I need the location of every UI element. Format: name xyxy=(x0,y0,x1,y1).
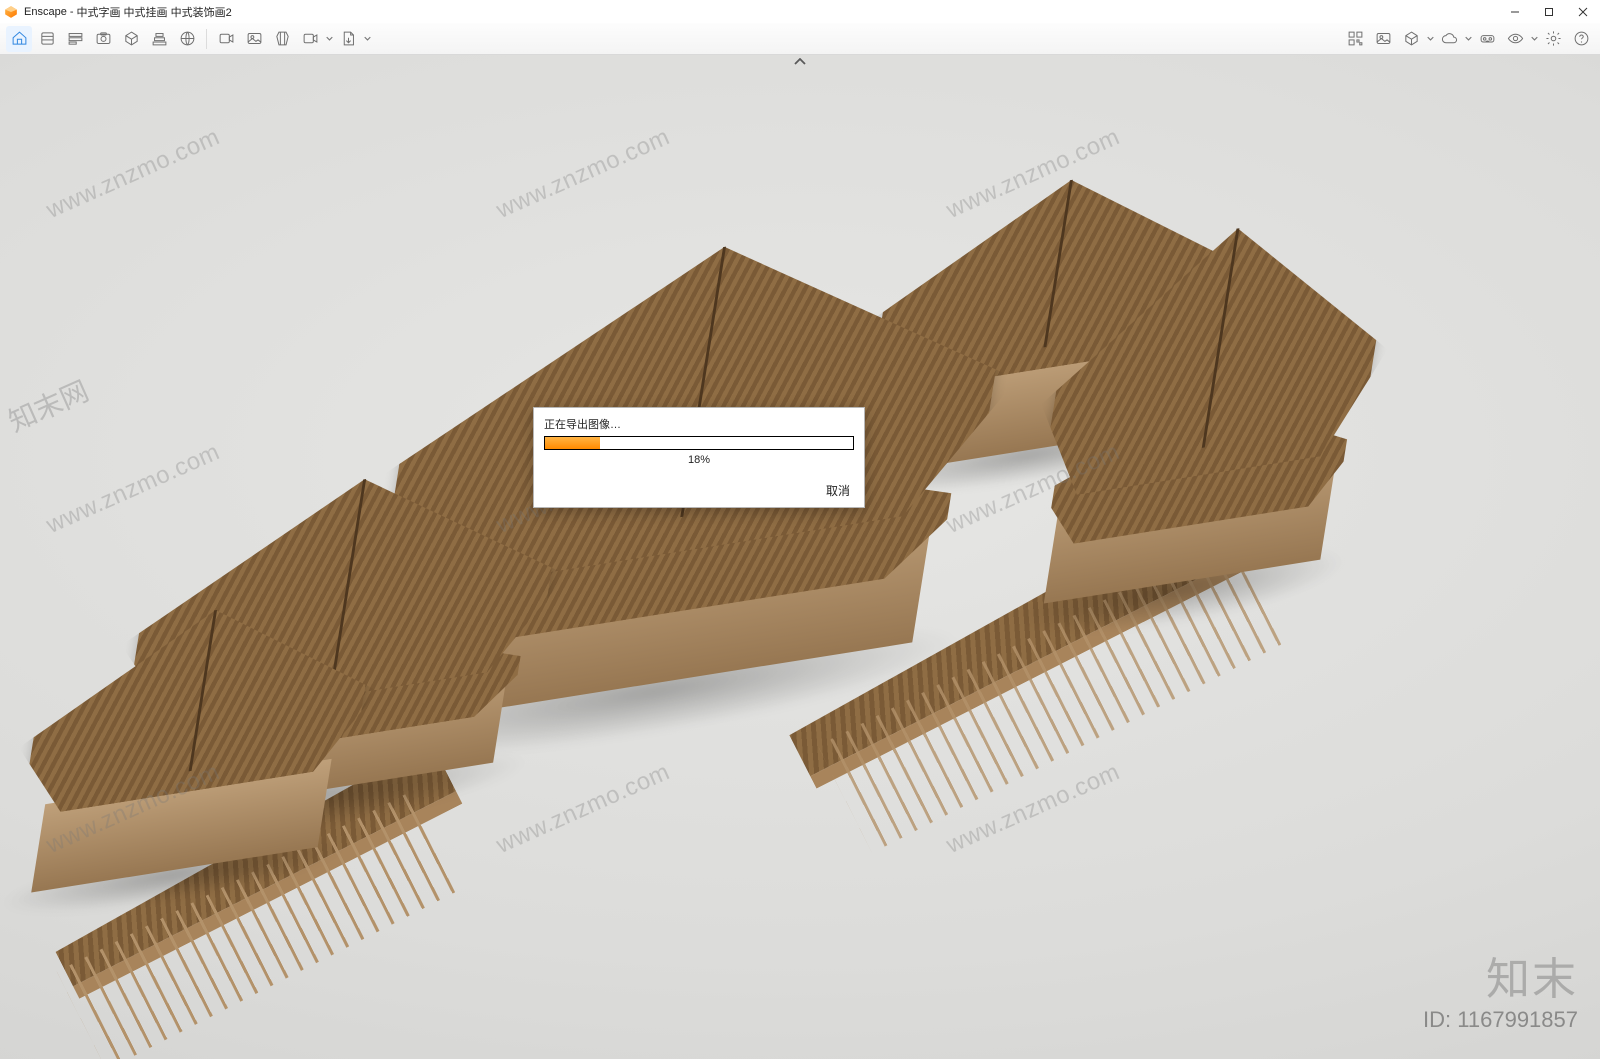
chevron-down-icon[interactable] xyxy=(363,35,371,42)
asset-library-icon[interactable] xyxy=(118,26,144,52)
document-title: 中式字画 中式挂画 中式装饰画2 xyxy=(76,4,231,20)
batch-render-icon[interactable] xyxy=(146,26,172,52)
panel-toggle-chevron-icon[interactable] xyxy=(793,57,807,67)
screenshot-icon[interactable] xyxy=(90,26,116,52)
video-export-icon[interactable] xyxy=(297,26,323,52)
views-icon[interactable] xyxy=(34,26,60,52)
home-icon[interactable] xyxy=(6,26,32,52)
export-icon[interactable] xyxy=(335,26,361,52)
panorama-export-icon[interactable] xyxy=(269,26,295,52)
maximize-button[interactable] xyxy=(1532,0,1566,23)
qr-icon[interactable] xyxy=(1342,26,1368,52)
render-viewport[interactable]: www.znzmo.com www.znzmo.com www.znzmo.co… xyxy=(0,55,1600,1059)
app-name: Enscape xyxy=(24,6,67,18)
chevron-down-icon[interactable] xyxy=(325,35,333,42)
window-controls xyxy=(1498,0,1600,23)
gallery-icon[interactable] xyxy=(1370,26,1396,52)
progress-bar xyxy=(544,436,854,450)
model-scene xyxy=(0,55,1600,1059)
chevron-down-icon[interactable] xyxy=(1530,35,1538,42)
video-settings-icon[interactable] xyxy=(213,26,239,52)
general-settings-icon[interactable] xyxy=(1540,26,1566,52)
close-button[interactable] xyxy=(1566,0,1600,23)
favorite-views-icon[interactable] xyxy=(62,26,88,52)
help-icon[interactable] xyxy=(1568,26,1594,52)
site-context-icon[interactable] xyxy=(174,26,200,52)
visual-settings-icon[interactable] xyxy=(1502,26,1528,52)
progress-fill xyxy=(545,437,600,449)
chevron-down-icon[interactable] xyxy=(1464,35,1472,42)
cancel-button[interactable]: 取消 xyxy=(822,480,854,501)
cloud-icon[interactable] xyxy=(1436,26,1462,52)
export-progress-dialog: 正在导出图像… 18% 取消 xyxy=(533,407,865,508)
app-icon xyxy=(4,5,18,19)
toolbar-separator xyxy=(206,29,207,49)
dialog-title: 正在导出图像… xyxy=(544,416,854,432)
chevron-down-icon[interactable] xyxy=(1426,35,1434,42)
minimize-button[interactable] xyxy=(1498,0,1532,23)
title-bar: Enscape - 中式字画 中式挂画 中式装饰画2 xyxy=(0,0,1600,23)
main-toolbar xyxy=(0,23,1600,55)
vr-icon[interactable] xyxy=(1474,26,1500,52)
image-icon[interactable] xyxy=(241,26,267,52)
progress-percent-label: 18% xyxy=(544,454,854,466)
cube-icon[interactable] xyxy=(1398,26,1424,52)
